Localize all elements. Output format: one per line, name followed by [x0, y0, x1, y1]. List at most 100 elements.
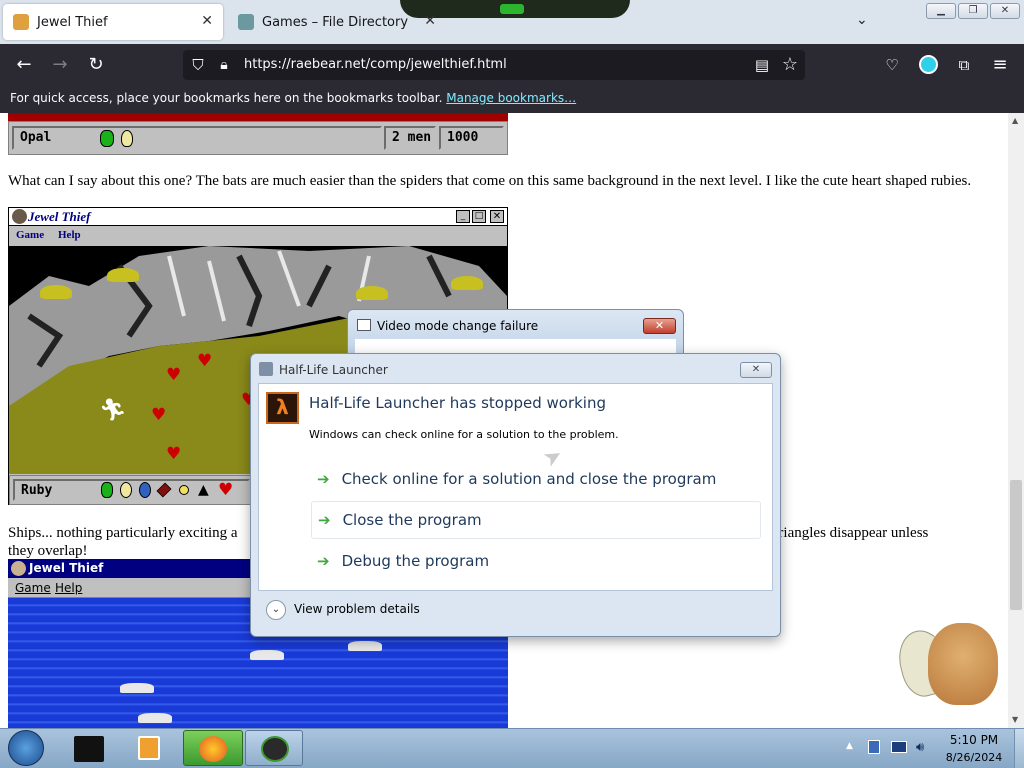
crash-message: Windows can check online for a solution …: [309, 428, 619, 441]
bat-enemy-icon: [356, 286, 388, 300]
close-tab-icon[interactable]: ✕: [201, 13, 213, 29]
paragraph-ships-start: Ships... nothing particularly exciting a: [8, 525, 238, 541]
bat-enemy-icon: [40, 285, 72, 299]
scroll-down-icon[interactable]: ▼: [1012, 715, 1018, 724]
halflife-dialog-close-button[interactable]: ✕: [740, 362, 772, 378]
taskbar-app-firefox[interactable]: [183, 730, 243, 766]
menu-game[interactable]: Game: [15, 581, 51, 595]
thief-player-icon: 🏃︎: [99, 398, 127, 423]
bookmark-star-icon[interactable]: ☆: [778, 53, 802, 77]
close-program-option[interactable]: ➔ Close the program: [311, 501, 761, 539]
onyx-triangle-icon: ▲: [198, 482, 209, 498]
url-text[interactable]: https://raebear.net/comp/jewelthief.html: [244, 57, 507, 72]
game-playfield-edge: [8, 113, 508, 121]
ruby-heart-icon: ♥: [218, 480, 234, 500]
start-button[interactable]: [8, 730, 44, 766]
extensions-puzzle-icon[interactable]: ⧉: [952, 53, 976, 77]
topaz-gem-icon: [179, 485, 189, 495]
option-label: Debug the program: [341, 552, 490, 570]
option-label: Check online for a solution and close th…: [341, 470, 717, 488]
video-dialog-title: Video mode change failure: [377, 319, 539, 333]
taskbar-app-blackbox[interactable]: [60, 730, 118, 766]
view-problem-details-link[interactable]: View problem details: [294, 602, 420, 616]
account-avatar-icon[interactable]: [919, 55, 938, 74]
ruby-heart-icon: ♥: [151, 405, 167, 425]
green-arrow-icon: ➔: [317, 470, 330, 488]
ruby-heart-icon: ♥: [197, 351, 213, 371]
bat-enemy-icon: [107, 268, 139, 282]
halflife-dialog-title: Half-Life Launcher: [279, 363, 388, 377]
ship-enemy-icon: [348, 641, 382, 651]
score-value: 1000: [439, 126, 504, 150]
hamster-mascot-icon[interactable]: [928, 623, 998, 705]
scrollbar-thumb[interactable]: [1010, 480, 1022, 610]
back-arrow-icon[interactable]: ←: [12, 53, 36, 77]
close-window-button[interactable]: ✕: [990, 3, 1020, 19]
menu-help[interactable]: Help: [55, 581, 82, 595]
crash-heading: Half-Life Launcher has stopped working: [309, 394, 607, 412]
window-app-icon: [259, 362, 273, 376]
tab-jewel-thief[interactable]: Jewel Thief ✕: [3, 4, 223, 40]
game-window-title: Jewel Thief: [28, 209, 91, 224]
tray-device-icon[interactable]: [868, 740, 880, 754]
ship-enemy-icon: [138, 713, 172, 723]
restore-button[interactable]: ❐: [958, 3, 988, 19]
halflife-lambda-icon: λ: [266, 392, 299, 424]
show-desktop-button[interactable]: [1014, 729, 1024, 768]
taskbar-app-halflife[interactable]: [245, 730, 303, 766]
bookmarks-toolbar: For quick access, place your bookmarks h…: [0, 86, 1024, 113]
game-close-button[interactable]: ✕: [490, 210, 504, 223]
scroll-up-icon[interactable]: ▲: [1012, 116, 1018, 125]
minimize-button[interactable]: ▁: [926, 3, 956, 19]
list-tabs-chevron-icon[interactable]: ⌄: [856, 12, 872, 32]
gem-name: Opal: [12, 126, 382, 150]
option-label: Close the program: [342, 511, 482, 529]
manage-bookmarks-link[interactable]: Manage bookmarks…: [446, 91, 576, 105]
lives-count: 2 men: [384, 126, 436, 150]
bat-enemy-icon: [451, 276, 483, 290]
game-maximize-button[interactable]: □: [472, 210, 486, 223]
tray-volume-icon[interactable]: 🔊︎: [916, 740, 924, 755]
tab-games-directory[interactable]: Games – File Directory ✕: [228, 4, 446, 40]
taskbar-app-media[interactable]: [120, 730, 178, 766]
sapphire-gem-icon: [139, 482, 151, 498]
paragraph-ships-line2: they overlap!: [8, 543, 88, 559]
emerald-gem-icon: [100, 130, 114, 147]
paragraph-opal: What can I say about this one? The bats …: [8, 173, 972, 189]
ruby-heart-icon: ♥: [166, 365, 182, 385]
video-dialog-close-button[interactable]: ✕: [643, 318, 676, 334]
show-hidden-icons-icon[interactable]: ▲: [846, 741, 853, 751]
bookmarks-hint: For quick access, place your bookmarks h…: [10, 91, 443, 105]
ship-enemy-icon: [250, 650, 284, 660]
green-arrow-icon: ➔: [318, 511, 331, 529]
shield-icon[interactable]: ⛉: [186, 53, 210, 77]
lock-icon[interactable]: 🔒︎: [212, 53, 236, 77]
opal-gem-icon: [121, 130, 133, 147]
emerald-gem-icon: [101, 482, 113, 498]
jewel-thief-app-icon: [12, 209, 27, 224]
expand-details-chevron-icon[interactable]: ⌄: [266, 600, 286, 620]
forward-arrow-icon[interactable]: →: [48, 53, 72, 77]
cat-favicon-icon: [13, 14, 29, 30]
check-online-option[interactable]: ➔ Check online for a solution and close …: [311, 460, 761, 498]
pocket-icon[interactable]: ♡: [880, 53, 904, 77]
book-favicon-icon: [238, 14, 254, 30]
reader-view-icon[interactable]: ▤: [750, 53, 774, 77]
tray-network-icon[interactable]: [891, 741, 907, 753]
debug-program-option[interactable]: ➔ Debug the program: [311, 542, 761, 580]
green-arrow-icon: ➔: [317, 552, 330, 570]
ruby-heart-icon: ♥: [166, 444, 182, 464]
menu-game[interactable]: Game: [16, 229, 44, 241]
taskbar-date[interactable]: 8/26/2024: [944, 751, 1004, 764]
close-tab-icon[interactable]: ✕: [424, 13, 436, 29]
menu-help[interactable]: Help: [58, 229, 81, 241]
reload-icon[interactable]: ↻: [84, 53, 108, 77]
jewel-thief-app-icon: [11, 561, 26, 576]
opal-gem-icon: [120, 482, 132, 498]
tab-title: Jewel Thief: [37, 14, 108, 30]
scrollbar-track[interactable]: [1008, 113, 1024, 728]
tab-title: Games – File Directory: [262, 14, 409, 30]
taskbar-time[interactable]: 5:10 PM: [946, 733, 1002, 747]
game-minimize-button[interactable]: _: [456, 210, 470, 223]
menu-hamburger-icon[interactable]: ≡: [988, 53, 1012, 77]
